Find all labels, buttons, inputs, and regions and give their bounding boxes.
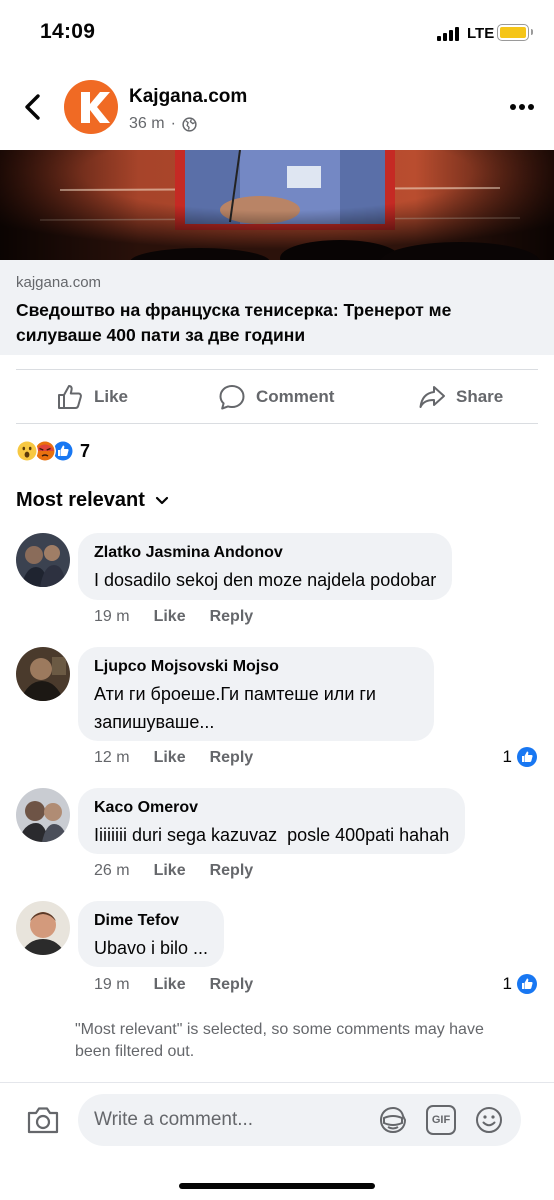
comment-like-button[interactable]: Like bbox=[154, 608, 186, 626]
comment-bubble[interactable]: Kaco Omerov Iiiiiiii duri sega kazuvaz p… bbox=[78, 788, 466, 854]
comments-sort-dropdown[interactable]: Most relevant bbox=[16, 489, 169, 512]
signal-icon bbox=[437, 27, 463, 41]
comment-meta: 12 m Like Reply bbox=[94, 749, 253, 767]
comment-author[interactable]: Zlatko Jasmina Andonov bbox=[94, 542, 436, 564]
thumbs-up-icon bbox=[58, 385, 82, 409]
link-domain: kajgana.com bbox=[16, 274, 102, 291]
comment-meta: 19 m Like Reply bbox=[94, 608, 253, 626]
share-label: Share bbox=[456, 387, 504, 406]
reactions-summary[interactable]: 7 bbox=[16, 438, 90, 464]
comment-reply-button[interactable]: Reply bbox=[210, 749, 254, 767]
avatar[interactable] bbox=[16, 533, 70, 587]
comment-text: Ubavo i bilo ... bbox=[94, 938, 209, 958]
post-image[interactable] bbox=[0, 150, 554, 260]
comment-meta: 19 m Like Reply bbox=[94, 976, 253, 994]
globe-icon bbox=[182, 116, 197, 132]
comment-like-button[interactable]: Like bbox=[154, 749, 186, 767]
link-preview[interactable]: kajgana.com Сведоштво на француска тенис… bbox=[0, 260, 554, 355]
comment-reply-button[interactable]: Reply bbox=[210, 976, 254, 994]
emoji-icon[interactable] bbox=[474, 1105, 504, 1135]
comment-bubble-icon bbox=[219, 385, 245, 410]
comment-author[interactable]: Kaco Omerov bbox=[94, 797, 449, 819]
comment-text: Ати ги броеше.Ги памтеше или ги запишува… bbox=[94, 684, 376, 732]
share-arrow-icon bbox=[419, 386, 445, 408]
battery-icon bbox=[497, 24, 533, 41]
comment-meta: 26 m Like Reply bbox=[94, 862, 253, 880]
status-time: 14:09 bbox=[40, 20, 96, 43]
post-time[interactable]: 36 m bbox=[129, 115, 165, 133]
comment-author[interactable]: Ljupco Mojsovski Mojso bbox=[94, 656, 418, 678]
like-button[interactable]: Like bbox=[56, 382, 128, 412]
comment-reply-button[interactable]: Reply bbox=[210, 608, 254, 626]
comment-time[interactable]: 12 m bbox=[94, 749, 130, 767]
share-button[interactable]: Share bbox=[418, 382, 503, 412]
post-meta: 36 m · bbox=[129, 115, 197, 133]
more-options-icon[interactable] bbox=[510, 104, 534, 112]
post-actions-bar: Like Comment Share bbox=[16, 369, 538, 424]
comment-button[interactable]: Comment bbox=[218, 382, 334, 412]
comment-input[interactable]: Write a comment... GIF bbox=[78, 1094, 521, 1146]
gif-button[interactable]: GIF bbox=[426, 1105, 456, 1135]
sort-label: Most relevant bbox=[16, 489, 145, 511]
comment-placeholder: Write a comment... bbox=[94, 1109, 254, 1130]
chevron-down-icon bbox=[155, 496, 169, 504]
comment-author[interactable]: Dime Tefov bbox=[94, 910, 208, 932]
comment-time[interactable]: 19 m bbox=[94, 608, 130, 626]
back-arrow-icon[interactable] bbox=[20, 92, 46, 122]
comment-like-count[interactable]: 1 bbox=[503, 746, 538, 768]
network-label: LTE bbox=[467, 25, 495, 42]
wow-reaction-icon bbox=[16, 440, 38, 462]
like-reaction-icon bbox=[517, 747, 537, 767]
avatar-sticker-icon[interactable] bbox=[378, 1105, 408, 1135]
comment-reply-button[interactable]: Reply bbox=[210, 862, 254, 880]
page-avatar-logo[interactable] bbox=[64, 80, 118, 134]
comment-time[interactable]: 19 m bbox=[94, 976, 130, 994]
home-indicator[interactable] bbox=[179, 1183, 375, 1189]
link-title[interactable]: Сведоштво на француска тенисерка: Тренер… bbox=[16, 298, 536, 348]
comment-like-number: 1 bbox=[502, 974, 512, 993]
comment-label: Comment bbox=[256, 387, 335, 406]
camera-icon[interactable] bbox=[26, 1105, 60, 1135]
comment-text: Iiiiiiii duri sega kazuvaz posle 400pati… bbox=[94, 825, 450, 845]
avatar[interactable] bbox=[16, 647, 70, 701]
comment-like-button[interactable]: Like bbox=[154, 862, 186, 880]
meta-separator: · bbox=[170, 115, 176, 132]
reactions-count: 7 bbox=[80, 440, 91, 461]
gif-label: GIF bbox=[431, 1114, 451, 1126]
avatar[interactable] bbox=[16, 788, 70, 842]
like-reaction-icon bbox=[517, 974, 537, 994]
comment-composer: Write a comment... GIF bbox=[0, 1082, 554, 1200]
comment-time[interactable]: 26 m bbox=[94, 862, 130, 880]
comment-like-count[interactable]: 1 bbox=[503, 973, 538, 995]
status-bar: 14:09 LTE bbox=[0, 0, 554, 66]
avatar[interactable] bbox=[16, 901, 70, 955]
comment-bubble[interactable]: Ljupco Mojsovski Mojso Ати ги броеше.Ги … bbox=[78, 647, 434, 741]
post-header: Kajgana.com 36 m · bbox=[0, 66, 554, 150]
comment-text: I dosadilo sekoj den moze najdela podoba… bbox=[94, 570, 437, 590]
comment-bubble[interactable]: Dime Tefov Ubavo i bilo ... bbox=[78, 901, 225, 967]
comment-like-button[interactable]: Like bbox=[154, 976, 186, 994]
like-label: Like bbox=[94, 387, 129, 406]
page-name-link[interactable]: Kajgana.com bbox=[129, 86, 247, 108]
filter-note: "Most relevant" is selected, so some com… bbox=[75, 1021, 484, 1060]
comment-bubble[interactable]: Zlatko Jasmina Andonov I dosadilo sekoj … bbox=[78, 533, 453, 600]
comment-like-number: 1 bbox=[502, 747, 512, 766]
